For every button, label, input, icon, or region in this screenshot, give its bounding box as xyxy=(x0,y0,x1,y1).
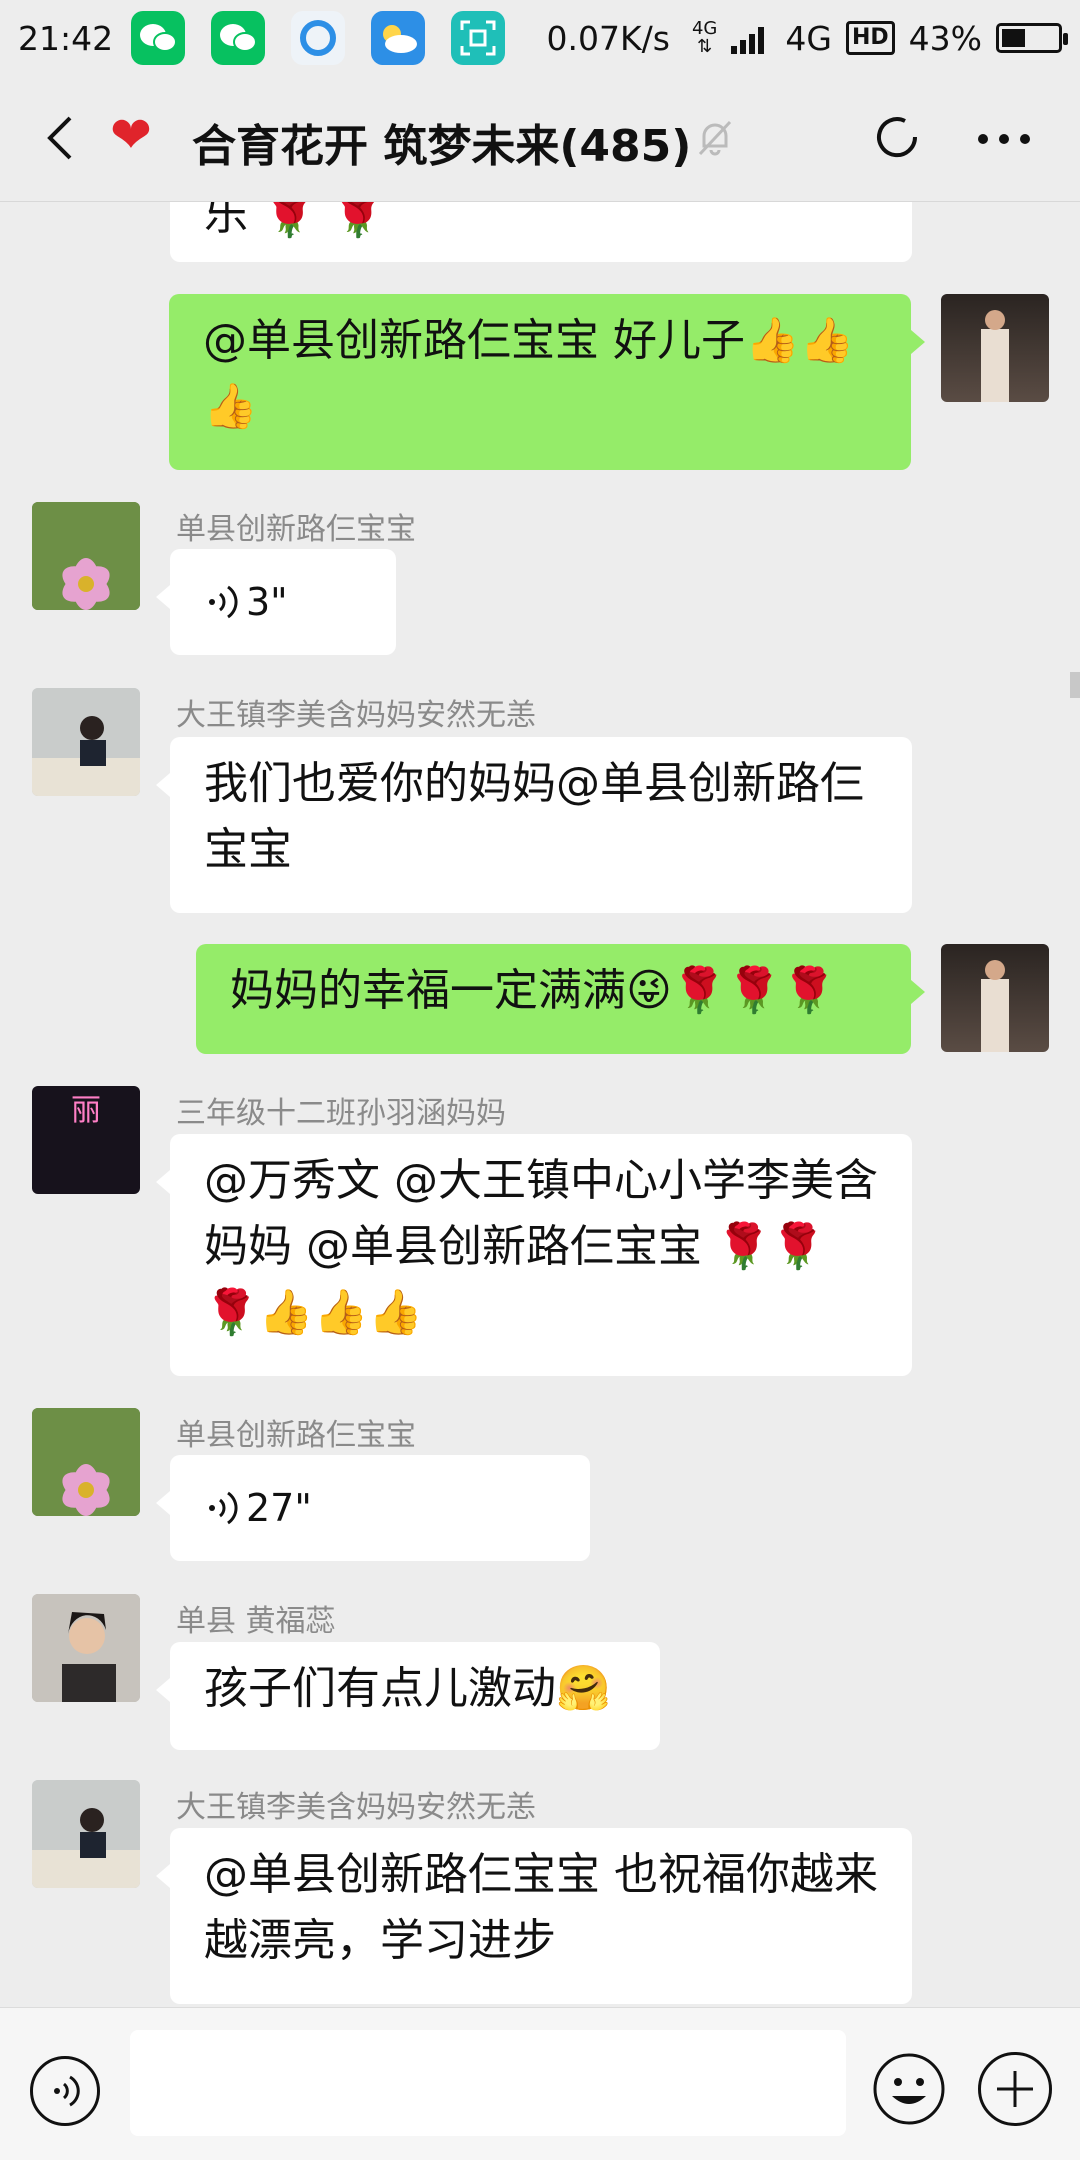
more-options-icon[interactable] xyxy=(976,132,1032,146)
sender-avatar[interactable] xyxy=(32,502,140,610)
scrollbar-thumb[interactable] xyxy=(1070,672,1080,698)
voice-message-bubble[interactable]: 3" xyxy=(156,549,396,655)
sender-name: 单县 黄福蕊 xyxy=(176,1604,336,1639)
voice-duration: 3" xyxy=(246,580,288,624)
wechat-icon xyxy=(131,11,186,65)
message-text: @单县创新路仨宝宝 也祝福你越来越漂亮，学习进步 xyxy=(204,1849,878,1966)
voice-wave-icon xyxy=(209,1491,238,1525)
back-arrow-icon[interactable] xyxy=(36,112,88,164)
network-speed: 0.07K/s xyxy=(546,18,670,58)
message-text: 妈妈的幸福一定满满😜🌹🌹🌹 xyxy=(230,965,837,1016)
emoji-icon[interactable] xyxy=(872,2052,946,2126)
sender-avatar[interactable]: 丽 xyxy=(32,1086,140,1194)
battery-percent: 43% xyxy=(908,18,982,58)
plus-icon xyxy=(997,2071,1033,2107)
chat-message-list[interactable]: 乐 🌹 🌹 @单县创新路仨宝宝 好儿子👍👍👍 单县创新路仨宝宝 3" 大王镇李美… xyxy=(0,202,1080,2007)
message-bubble[interactable]: 孩子们有点儿激动🤗 xyxy=(156,1642,660,1750)
sender-avatar[interactable] xyxy=(32,688,140,796)
message-text: @单县创新路仨宝宝 好儿子👍👍👍 xyxy=(203,315,855,432)
sender-name: 大王镇李美含妈妈安然无恙 xyxy=(176,698,536,733)
voice-message-bubble[interactable]: 27" xyxy=(156,1455,590,1561)
my-avatar[interactable] xyxy=(941,294,1049,402)
status-bar: 21:42 0.07K/s 4G ⇅ 4G HD 43% xyxy=(0,0,1080,76)
data-arrows-icon: 4G ⇅ xyxy=(691,18,718,57)
status-time: 21:42 xyxy=(18,18,114,58)
weather-icon xyxy=(371,11,426,65)
sender-avatar[interactable] xyxy=(32,1408,140,1516)
scanner-icon xyxy=(451,11,506,65)
message-text: 乐 🌹 🌹 xyxy=(204,202,386,240)
wechat-icon xyxy=(211,11,266,65)
more-functions-button[interactable] xyxy=(978,2052,1052,2126)
message-text: 我们也爱你的妈妈@单县创新路仨宝宝 xyxy=(204,758,864,875)
message-bubble[interactable]: 乐 🌹 🌹 xyxy=(170,202,912,262)
my-avatar[interactable] xyxy=(941,944,1049,1052)
sender-name: 单县创新路仨宝宝 xyxy=(176,1418,416,1453)
message-text: 孩子们有点儿激动🤗 xyxy=(204,1663,611,1714)
browser-icon xyxy=(291,11,346,65)
hd-badge: HD xyxy=(845,21,895,55)
sender-name: 三年级十二班孙羽涵妈妈 xyxy=(176,1096,506,1131)
message-bubble[interactable]: @万秀文 @大王镇中心小学李美含妈妈 @单县创新路仨宝宝 🌹🌹🌹👍👍👍 xyxy=(156,1134,912,1376)
message-text: @万秀文 @大王镇中心小学李美含妈妈 @单县创新路仨宝宝 🌹🌹🌹👍👍👍 xyxy=(204,1155,878,1338)
sender-avatar[interactable] xyxy=(32,1780,140,1888)
mute-bell-icon xyxy=(698,120,732,156)
battery-icon xyxy=(996,23,1068,53)
heart-icon: ❤ xyxy=(110,106,152,164)
message-bubble[interactable]: @单县创新路仨宝宝 也祝福你越来越漂亮，学习进步 xyxy=(156,1828,912,2004)
voice-input-button[interactable] xyxy=(30,2056,100,2126)
voice-duration: 27" xyxy=(246,1486,312,1530)
my-message-bubble[interactable]: 妈妈的幸福一定满满😜🌹🌹🌹 xyxy=(196,944,925,1054)
chat-title: 合育花开 筑梦未来(485) xyxy=(192,121,692,172)
sender-avatar[interactable] xyxy=(32,1594,140,1702)
signal-icon xyxy=(731,27,765,54)
input-bar xyxy=(0,2007,1080,2160)
sender-name: 单县创新路仨宝宝 xyxy=(176,512,416,547)
network-type: 4G xyxy=(785,18,832,58)
message-bubble[interactable]: 我们也爱你的妈妈@单县创新路仨宝宝 xyxy=(156,737,912,913)
chat-header: ❤ 合育花开 筑梦未来(485) xyxy=(0,76,1080,202)
message-input[interactable] xyxy=(130,2030,846,2136)
my-message-bubble[interactable]: @单县创新路仨宝宝 好儿子👍👍👍 xyxy=(169,294,925,470)
avatar-text: 丽 xyxy=(71,1093,101,1128)
voice-icon xyxy=(54,2075,80,2107)
voice-wave-icon xyxy=(209,585,238,619)
sender-name: 大王镇李美含妈妈安然无恙 xyxy=(176,1790,536,1825)
refresh-icon[interactable] xyxy=(870,110,924,164)
